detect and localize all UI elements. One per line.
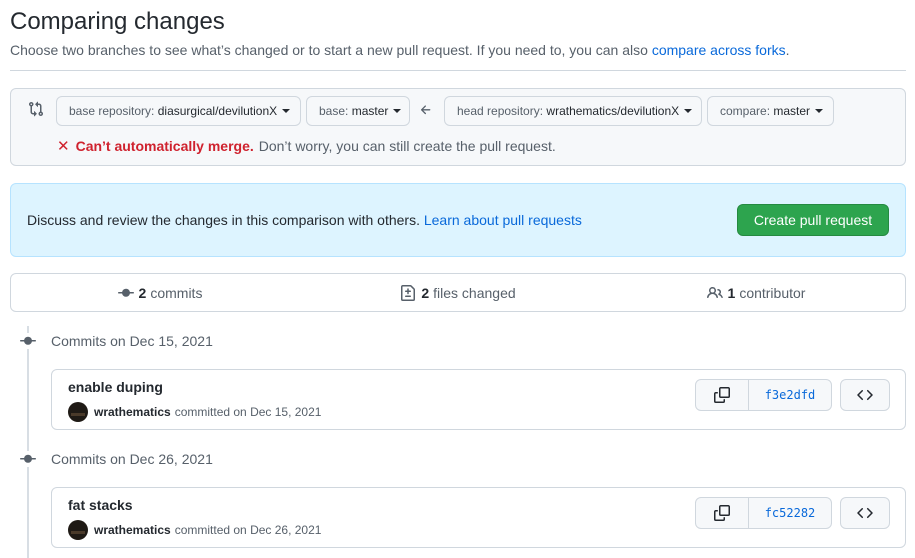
base-repository-value: diasurgical/devilutionX — [157, 104, 278, 118]
header-divider — [10, 70, 906, 71]
head-repository-value: wrathematics/devilutionX — [546, 104, 680, 118]
base-repository-select[interactable]: base repository: diasurgical/devilutionX — [56, 96, 301, 126]
pull-request-flash: Discuss and review the changes in this c… — [10, 183, 906, 257]
commits-count: 2 — [138, 284, 147, 301]
head-repository-label: head repository: — [457, 104, 544, 118]
merge-status-note: Don’t worry, you can still create the pu… — [258, 138, 556, 154]
copy-icon — [714, 387, 730, 403]
timeline-line — [27, 326, 29, 558]
commit-row: fat stacks wrathematics committed on Dec… — [51, 487, 906, 548]
flash-message: Discuss and review the changes in this c… — [27, 212, 582, 228]
compare-page: Comparing changes Choose two branches to… — [0, 0, 915, 558]
copy-icon — [714, 505, 730, 521]
copy-sha-button[interactable] — [696, 380, 749, 410]
compare-branch-value: master — [773, 104, 811, 118]
caret-down-icon — [393, 109, 402, 113]
browse-repository-button[interactable] — [840, 379, 890, 411]
commit-meta: wrathematics committed on Dec 15, 2021 — [68, 402, 321, 422]
commit-author[interactable]: wrathematics — [94, 405, 171, 419]
commit-sha-link[interactable]: fc52282 — [749, 498, 831, 528]
base-branch-select[interactable]: base: master — [306, 96, 410, 126]
page-title: Comparing changes — [10, 8, 225, 35]
contributors-label: contributor — [739, 284, 806, 301]
code-icon — [857, 507, 873, 519]
files-count: 2 — [421, 284, 430, 301]
subtitle-text: Choose two branches to see what’s change… — [10, 42, 652, 58]
commit-message[interactable]: enable duping — [68, 379, 163, 395]
compare-overview: 2 commits 2 files changed 1 contributor — [10, 273, 906, 312]
page-subtitle: Choose two branches to see what’s change… — [10, 42, 790, 58]
git-commit-icon — [18, 451, 38, 467]
commit-date: committed on Dec 26, 2021 — [174, 523, 322, 537]
commit-group-heading: Commits on Dec 15, 2021 — [18, 333, 213, 349]
avatar[interactable] — [68, 402, 88, 422]
commits-tab[interactable]: 2 commits — [11, 274, 309, 311]
base-branch-value: master — [351, 104, 389, 118]
compare-branch-label: compare: — [720, 104, 771, 118]
commit-group-date: Commits on Dec 26, 2021 — [51, 451, 213, 467]
browse-repository-button[interactable] — [840, 497, 890, 529]
learn-pull-requests-link[interactable]: Learn about pull requests — [424, 212, 582, 228]
head-repository-select[interactable]: head repository: wrathematics/devilution… — [444, 96, 702, 126]
code-icon — [857, 389, 873, 401]
compare-branch-select[interactable]: compare: master — [707, 96, 834, 126]
caret-down-icon — [282, 109, 291, 113]
subtitle-end: . — [785, 42, 790, 58]
commit-group-heading: Commits on Dec 26, 2021 — [18, 451, 213, 467]
commits-label: commits — [150, 284, 203, 301]
git-commit-icon — [18, 333, 38, 349]
x-icon: ✕ — [57, 138, 70, 155]
files-changed-tab[interactable]: 2 files changed — [309, 274, 607, 311]
people-icon — [706, 286, 723, 298]
merge-status: ✕ Can’t automatically merge. Don’t worry… — [57, 137, 556, 155]
file-diff-icon — [401, 284, 416, 301]
create-pull-request-button[interactable]: Create pull request — [737, 204, 889, 236]
avatar[interactable] — [68, 520, 88, 540]
range-editor: base repository: diasurgical/devilutionX… — [10, 88, 906, 166]
base-repository-label: base repository: — [69, 104, 155, 118]
commit-message[interactable]: fat stacks — [68, 497, 133, 513]
contributors-tab[interactable]: 1 contributor — [607, 274, 905, 311]
commit-meta: wrathematics committed on Dec 26, 2021 — [68, 520, 321, 540]
flash-text: Discuss and review the changes in this c… — [27, 212, 424, 228]
commit-sha-group: fc52282 — [695, 497, 832, 529]
commit-sha-group: f3e2dfd — [695, 379, 832, 411]
commit-sha-link[interactable]: f3e2dfd — [749, 380, 831, 410]
git-commit-icon — [117, 288, 134, 297]
contributors-count: 1 — [727, 284, 736, 301]
git-compare-icon — [29, 101, 44, 117]
arrow-left-icon — [420, 105, 431, 115]
commit-date: committed on Dec 15, 2021 — [174, 405, 322, 419]
caret-down-icon — [815, 109, 824, 113]
base-branch-label: base: — [319, 104, 349, 118]
caret-down-icon — [684, 109, 693, 113]
files-label: files changed — [433, 284, 516, 301]
commit-author[interactable]: wrathematics — [94, 523, 171, 537]
merge-status-title: Can’t automatically merge. — [75, 138, 254, 154]
compare-across-forks-link[interactable]: compare across forks — [652, 42, 786, 58]
commit-group-date: Commits on Dec 15, 2021 — [51, 333, 213, 349]
copy-sha-button[interactable] — [696, 498, 749, 528]
commit-row: enable duping wrathematics committed on … — [51, 369, 906, 430]
